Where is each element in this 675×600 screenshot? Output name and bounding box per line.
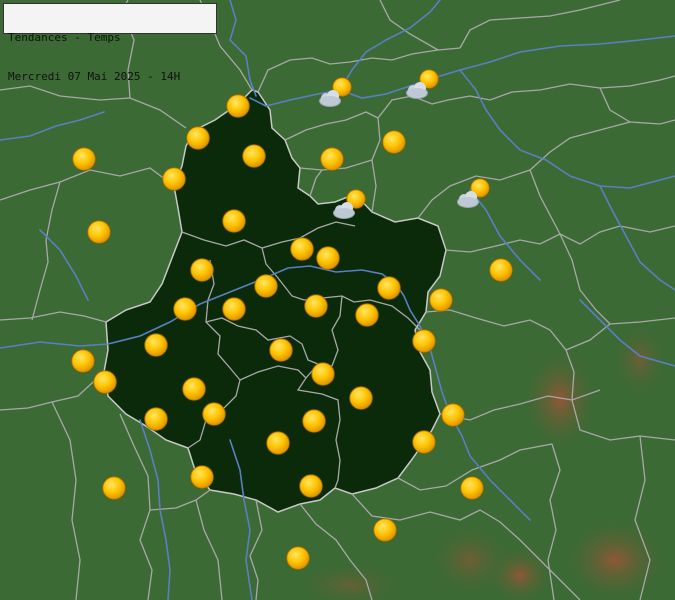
sun-icon	[429, 288, 453, 312]
sun-icon	[460, 476, 484, 500]
sun-icon	[316, 246, 340, 270]
sun-icon	[71, 349, 95, 373]
sun-icon	[186, 126, 210, 150]
legend-subtitle: Mercredi 07 Mai 2025 - 14H	[8, 70, 181, 83]
sun-icon	[222, 209, 246, 233]
sun-icon	[242, 144, 266, 168]
sun-icon	[72, 147, 96, 171]
sun-icon	[182, 377, 206, 401]
sun-icon	[412, 430, 436, 454]
sun-icon	[162, 167, 186, 191]
sun-icon	[290, 237, 314, 261]
sun-icon	[144, 407, 168, 431]
sun-icon	[489, 258, 513, 282]
sun-icon	[266, 431, 290, 455]
sun-icon	[269, 338, 293, 362]
sun-icon	[87, 220, 111, 244]
legend-title: Tendances - Temps	[8, 31, 121, 44]
sun-icon	[299, 474, 323, 498]
sun-icon	[320, 147, 344, 171]
sun-icon	[286, 546, 310, 570]
sun-icon	[93, 370, 117, 394]
sun-icon	[202, 402, 226, 426]
sun-icon	[304, 294, 328, 318]
sun-icon	[226, 94, 250, 118]
sun-icon	[254, 274, 278, 298]
sun-icon	[377, 276, 401, 300]
sun-icon	[144, 333, 168, 357]
sun-icon	[302, 409, 326, 433]
sun-icon	[355, 303, 379, 327]
sun-icon	[412, 329, 436, 353]
sun-icon	[311, 362, 335, 386]
map-view: Tendances - Temps Mercredi 07 Mai 2025 -…	[0, 0, 675, 600]
legend-box: Tendances - Temps Mercredi 07 Mai 2025 -…	[3, 3, 217, 83]
sun-icon	[382, 130, 406, 154]
sun-icon	[173, 297, 197, 321]
sun-icon	[190, 465, 214, 489]
sun-icon	[441, 403, 465, 427]
sun-icon	[102, 476, 126, 500]
sun-icon	[349, 386, 373, 410]
sun-icon	[190, 258, 214, 282]
sun-icon	[373, 518, 397, 542]
sun-icon	[222, 297, 246, 321]
